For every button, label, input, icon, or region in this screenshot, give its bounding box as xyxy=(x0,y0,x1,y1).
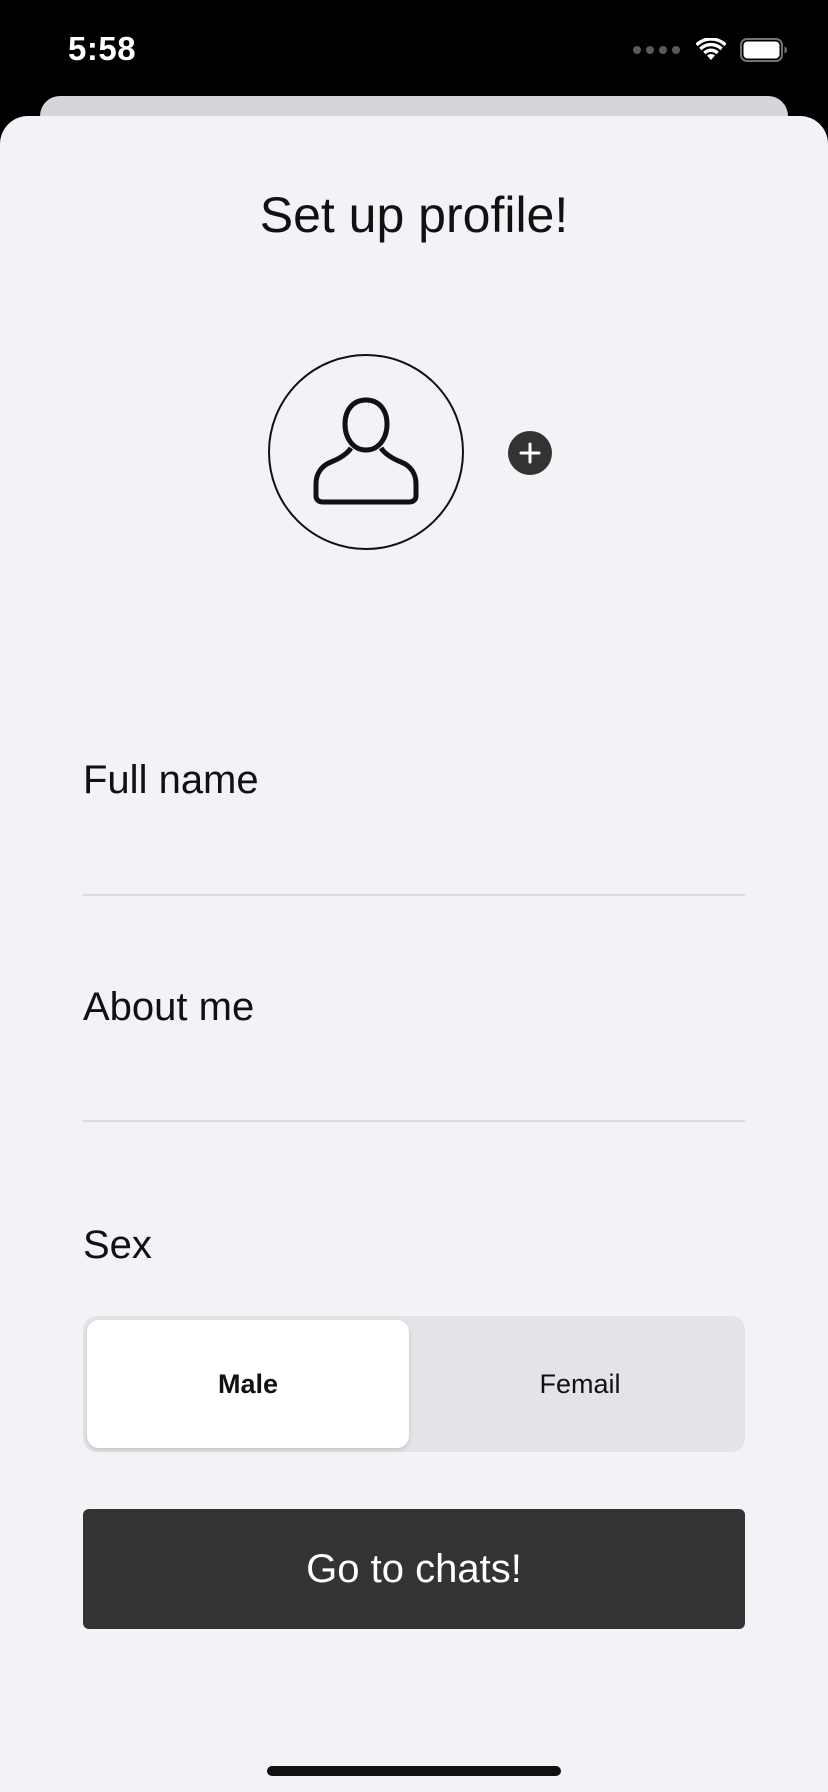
sex-segmented-control[interactable]: Male Femail xyxy=(83,1316,745,1452)
plus-circle-icon xyxy=(519,442,541,464)
page-title: Set up profile! xyxy=(259,187,569,243)
full-name-divider xyxy=(83,894,745,896)
battery-icon xyxy=(740,38,787,62)
sex-label: Sex xyxy=(83,1223,152,1267)
status-icons xyxy=(633,36,788,64)
full-name-label: Full name xyxy=(83,758,259,802)
avatar[interactable] xyxy=(268,354,464,550)
status-time: 5:58 xyxy=(68,30,137,67)
sex-option-male[interactable]: Male xyxy=(87,1320,409,1448)
full-name-input[interactable] xyxy=(83,820,745,880)
go-to-chats-button[interactable]: Go to chats! xyxy=(83,1509,745,1629)
cellular-signal-icon xyxy=(633,46,680,54)
about-me-divider xyxy=(83,1120,745,1122)
status-bar: 5:58 xyxy=(0,0,828,96)
sex-option-femail[interactable]: Femail xyxy=(419,1320,741,1448)
about-me-label: About me xyxy=(83,985,255,1029)
about-me-input[interactable] xyxy=(83,1045,745,1105)
wifi-icon xyxy=(696,38,726,60)
add-photo-button[interactable] xyxy=(508,431,552,475)
home-indicator[interactable] xyxy=(267,1766,561,1776)
person-outline-icon xyxy=(313,397,419,505)
